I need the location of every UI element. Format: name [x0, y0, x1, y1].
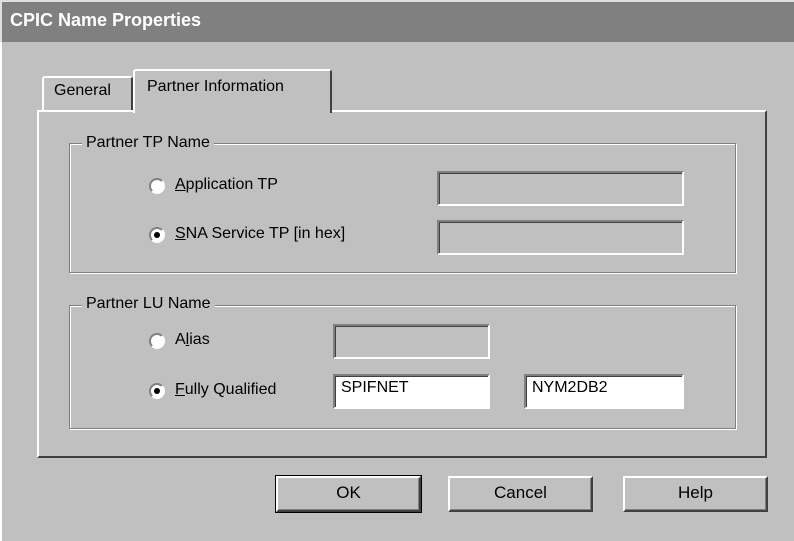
lu-name-field[interactable]: NYM2DB2 — [524, 374, 684, 409]
tab-general-label: General — [54, 82, 111, 99]
application-tp-label[interactable]: Application TP — [175, 176, 278, 194]
alias-field[interactable] — [333, 324, 490, 359]
ok-button[interactable]: OK — [275, 475, 422, 513]
sna-service-tp-radio[interactable] — [149, 227, 165, 243]
sna-service-tp-field[interactable] — [437, 220, 684, 255]
tab-partner-information-label: Partner Information — [147, 78, 284, 95]
application-tp-radio[interactable] — [149, 178, 165, 194]
cancel-button[interactable]: Cancel — [448, 476, 593, 512]
partner-tp-name-legend: Partner TP Name — [82, 134, 214, 152]
fully-qualified-radio[interactable] — [149, 383, 165, 399]
alias-label[interactable]: Alias — [175, 331, 210, 349]
fully-qualified-label[interactable]: Fully Qualified — [175, 381, 276, 399]
tab-partner-information[interactable]: Partner Information — [133, 69, 332, 113]
partner-lu-name-legend: Partner LU Name — [82, 295, 215, 313]
network-name-field[interactable]: SPIFNET — [333, 374, 490, 409]
help-button[interactable]: Help — [623, 476, 768, 512]
window-title: CPIC Name Properties — [10, 10, 202, 30]
application-tp-field[interactable] — [437, 171, 684, 206]
alias-radio[interactable] — [149, 333, 165, 349]
sna-service-tp-label[interactable]: SNA Service TP [in hex] — [175, 225, 345, 243]
title-bar[interactable]: CPIC Name Properties — [0, 0, 794, 42]
tab-general[interactable]: General — [42, 76, 133, 112]
